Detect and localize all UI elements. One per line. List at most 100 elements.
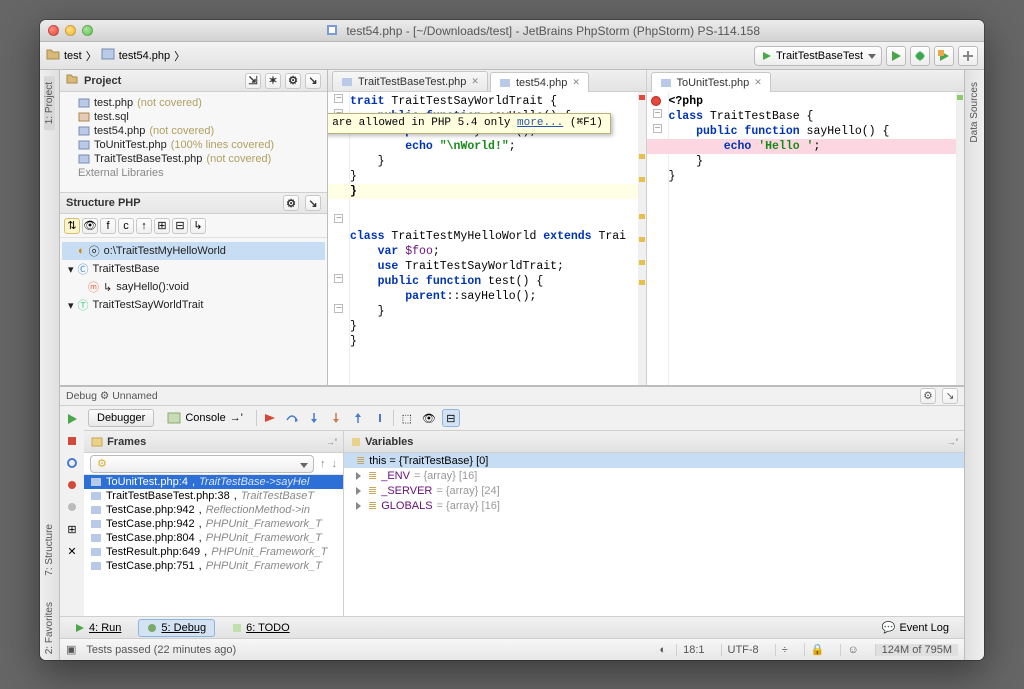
hide-panel-button[interactable]: ↘ (305, 73, 321, 89)
sort-alpha-button[interactable]: ⇅ (64, 218, 80, 234)
stop-button[interactable] (63, 432, 81, 450)
encoding-selector[interactable]: UTF-8 (721, 644, 765, 656)
toolwindow-quick-button[interactable]: ▣ (66, 643, 76, 656)
structure-item[interactable]: ⓜ ↳ sayHello():void (62, 278, 325, 296)
close-tab-button[interactable]: ✕ (754, 77, 762, 88)
settings-icon[interactable]: ⚙ (285, 73, 301, 89)
frames-list[interactable]: ToUnitTest.php:4, TraitTestBase->sayHel … (84, 475, 343, 616)
todo-toolwindow-tab[interactable]: 6: TODO (223, 619, 299, 637)
code-editor[interactable]: <?php class TraitTestBase { public funct… (647, 92, 965, 385)
frame-row[interactable]: ToUnitTest.php:4, TraitTestBase->sayHel (84, 475, 343, 489)
console-tab[interactable]: Console →' (158, 409, 251, 427)
variable-row[interactable]: ≣ GLOBALS = {array} [16] (344, 498, 964, 513)
settings-icon[interactable]: ⚙ (920, 388, 936, 404)
settings-icon[interactable]: ⚙ (283, 195, 299, 211)
watches-button[interactable]: 👁 (420, 409, 438, 427)
tree-item: test54.php (not covered) (62, 124, 325, 138)
show-constants-button[interactable]: c (118, 218, 134, 234)
step-into-button[interactable] (305, 409, 323, 427)
variable-row[interactable]: ≣ _ENV = {array} [16] (344, 468, 964, 483)
folder-icon (66, 74, 78, 87)
evaluate-button[interactable]: ⬚ (398, 409, 416, 427)
side-panel: Project ⇲ ✶ ⚙ ↘ test.php (not covered) t… (60, 70, 328, 385)
frame-row[interactable]: TestCase.php:942, PHPUnit_Framework_T (84, 517, 343, 531)
mute-breakpoints-button[interactable] (63, 498, 81, 516)
tooltip-more-link[interactable]: more... (517, 117, 563, 129)
run-to-cursor-button[interactable] (371, 409, 389, 427)
view-breakpoints-button[interactable] (63, 476, 81, 494)
debug-tabs-toolbar: Debugger Console →' ⬚ 👁 (84, 406, 964, 430)
event-log-tab[interactable]: 💬 Event Log (873, 618, 958, 637)
frame-row[interactable]: TestCase.php:751, PHPUnit_Framework_T (84, 559, 343, 573)
show-execution-point-button[interactable] (261, 409, 279, 427)
bg-tasks-icon[interactable]: ◐ (659, 644, 666, 656)
debug-toolwindow-tab[interactable]: 5: Debug (138, 619, 215, 637)
debugger-tab[interactable]: Debugger (88, 409, 154, 427)
structure-item[interactable]: ▾ Ⓒ TraitTestBase (62, 260, 325, 278)
prev-frame-button[interactable]: ↑ (320, 458, 326, 470)
structure-tree[interactable]: ◐ ⓞ o:\TraitTestMyHelloWorld ▾ Ⓒ TraitTe… (60, 238, 327, 385)
layout-toggle-button[interactable]: ⊟ (442, 409, 460, 427)
sidebar-tab-project[interactable]: 1: Project (44, 76, 55, 130)
lock-icon[interactable]: 🔒 (804, 643, 831, 656)
close-window-button[interactable] (48, 25, 59, 36)
autoscroll-button[interactable]: ✶ (265, 73, 281, 89)
settings-button[interactable] (958, 46, 978, 66)
editor-tab[interactable]: test54.php✕ (490, 72, 589, 92)
expand-icon[interactable] (356, 472, 361, 480)
show-fields-button[interactable]: f (100, 218, 116, 234)
minimize-window-button[interactable] (65, 25, 76, 36)
editor-tab[interactable]: TraitTestBaseTest.php✕ (332, 71, 488, 91)
step-out-button[interactable] (349, 409, 367, 427)
breadcrumb-file[interactable]: test54.php (119, 50, 170, 62)
breadcrumb-root[interactable]: test (64, 50, 82, 62)
tree-item: test.php (not covered) (62, 96, 325, 110)
expand-icon[interactable] (356, 487, 361, 495)
step-over-button[interactable] (283, 409, 301, 427)
autoscroll-button[interactable]: ↳ (190, 218, 206, 234)
variable-row[interactable]: ≣ this = {TraitTestBase} [0] (344, 453, 964, 468)
rerun-button[interactable] (63, 454, 81, 472)
hide-panel-button[interactable]: ↘ (305, 195, 321, 211)
sidebar-tab-structure[interactable]: 7: Structure (44, 518, 55, 582)
resume-button[interactable] (63, 410, 81, 428)
editor-tab[interactable]: ToUnitTest.php✕ (651, 72, 771, 92)
close-tab-button[interactable]: ✕ (471, 76, 479, 87)
breakpoint-icon[interactable] (651, 96, 661, 106)
next-frame-button[interactable]: ↓ (332, 458, 338, 470)
frame-row[interactable]: TraitTestBaseTest.php:38, TraitTestBaseT (84, 489, 343, 503)
variable-row[interactable]: ≣ _SERVER = {array} [24] (344, 483, 964, 498)
collapse-all-button[interactable]: ⊟ (172, 218, 188, 234)
sidebar-tab-favorites[interactable]: 2: Favorites (44, 596, 55, 660)
sort-visibility-button[interactable]: 👁 (82, 218, 98, 234)
run-config-selector[interactable]: TraitTestBaseTest (754, 46, 882, 66)
pin-button[interactable]: ✕ (63, 542, 81, 560)
inspection-icon[interactable]: ☺ (840, 644, 864, 656)
structure-item[interactable]: ◐ ⓞ o:\TraitTestMyHelloWorld (62, 242, 325, 260)
frame-row[interactable]: TestCase.php:804, PHPUnit_Framework_T (84, 531, 343, 545)
close-tab-button[interactable]: ✕ (572, 77, 580, 88)
show-inherited-button[interactable]: ↑ (136, 218, 152, 234)
expand-icon[interactable] (356, 502, 361, 510)
frame-row[interactable]: TestCase.php:942, ReflectionMethod->in (84, 503, 343, 517)
project-tree[interactable]: test.php (not covered) test.sql test54.p… (60, 92, 327, 192)
code-editor[interactable]: trait TraitTestSayWorldTrait { public fu… (328, 92, 646, 385)
frame-row[interactable]: TestResult.php:649, PHPUnit_Framework_T (84, 545, 343, 559)
run-toolwindow-tab[interactable]: 4: Run (66, 619, 130, 637)
hide-panel-button[interactable]: ↘ (942, 388, 958, 404)
debug-button[interactable] (910, 46, 930, 66)
app-window: test54.php - [~/Downloads/test] - JetBra… (40, 20, 984, 660)
breadcrumb: test 〉 test54.php 〉 (46, 48, 185, 64)
zoom-window-button[interactable] (82, 25, 93, 36)
layout-button[interactable]: ⊞ (63, 520, 81, 538)
expand-all-button[interactable]: ⊞ (154, 218, 170, 234)
run-button[interactable] (886, 46, 906, 66)
collapse-all-button[interactable]: ⇲ (245, 73, 261, 89)
coverage-button[interactable] (934, 46, 954, 66)
force-step-into-button[interactable] (327, 409, 345, 427)
caret-position[interactable]: 18:1 (676, 644, 710, 656)
memory-indicator[interactable]: 124M of 795M (875, 644, 958, 656)
sidebar-tab-datasources[interactable]: Data Sources (969, 76, 980, 149)
thread-selector[interactable]: ⚙ (90, 455, 314, 473)
structure-item[interactable]: ▾ Ⓣ TraitTestSayWorldTrait (62, 296, 325, 314)
